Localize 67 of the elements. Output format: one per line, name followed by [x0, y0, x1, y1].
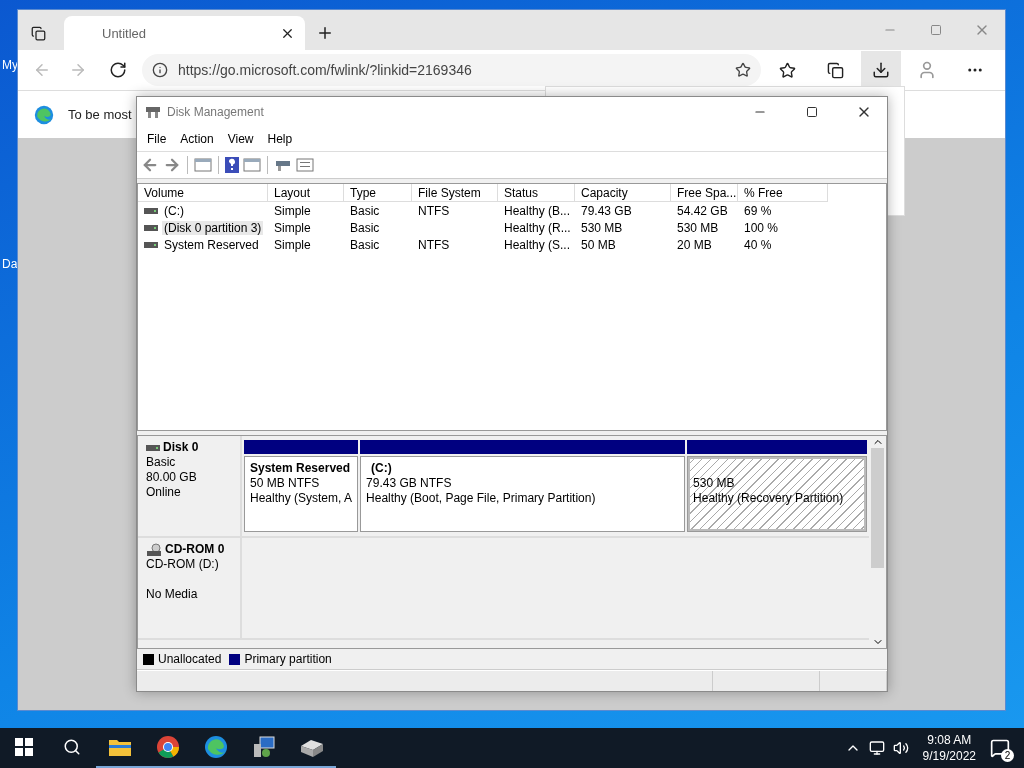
partition-status: Healthy (Boot, Page File, Primary Partition) [366, 491, 597, 506]
table-cell: 530 MB [677, 220, 719, 235]
browser-tab[interactable]: Untitled [64, 16, 305, 50]
table-cell: 79.43 GB [581, 203, 632, 218]
partition-status: Healthy (System, A [250, 491, 353, 506]
menu-item[interactable]: Action [173, 132, 221, 146]
column-header[interactable]: Status [498, 184, 575, 202]
url-text: https://go.microsoft.com/fwlink/?linkid=2169346 [178, 62, 472, 78]
column-header[interactable]: Volume [138, 184, 268, 202]
legend-label: Unallocated [158, 652, 222, 666]
column-header[interactable]: File System [412, 184, 498, 202]
clock[interactable]: 9:08 AM 9/19/2022 [916, 732, 982, 764]
menu-item[interactable]: File [140, 132, 174, 146]
partition-title: System Reserved [250, 461, 352, 476]
legend-label: Primary partition [244, 652, 332, 666]
disk-type: CD-ROM (D:) [146, 557, 220, 572]
notification-count: 2 [1001, 749, 1014, 762]
partition-size: 79.43 GB NTFS [366, 476, 453, 491]
partition-block[interactable]: (C:) 79.43 GB NTFS Healthy (Boot, Page File, Primary Partition) [360, 456, 686, 532]
info-text: To be most [68, 107, 132, 122]
partition-block[interactable]: System Reserved 50 MB NTFS Healthy (System, A [244, 456, 359, 532]
date-text: 9/19/2022 [922, 748, 976, 764]
table-cell: NTFS [418, 237, 450, 252]
partition-size: 50 MB NTFS [250, 476, 321, 491]
table-cell: Healthy (S... [504, 237, 571, 252]
table-cell: Basic [350, 220, 380, 235]
column-header[interactable]: Capacity [575, 184, 671, 202]
table-cell: Healthy (R... [504, 220, 571, 235]
table-cell: 69 % [744, 203, 772, 218]
disk-type: Basic [146, 455, 177, 470]
table-cell: Basic [350, 203, 380, 218]
menu-item[interactable]: Help [260, 132, 300, 146]
table-cell: 100 % [744, 220, 779, 235]
drive-label[interactable]: (Disk 0 partition 3) [162, 220, 264, 235]
column-header[interactable]: Layout [268, 184, 344, 202]
disk-status: Online [146, 485, 182, 500]
desktop-icon-label[interactable]: My [2, 58, 18, 72]
table-cell: Simple [274, 220, 311, 235]
partition-status: Healthy (Recovery Partition) [693, 491, 845, 506]
table-cell: NTFS [418, 203, 450, 218]
disk-name: Disk 0 [163, 440, 199, 455]
partition-size: 530 MB [693, 476, 736, 491]
address-bar[interactable]: https://go.microsoft.com/fwlink/?linkid=2169346 [142, 54, 761, 86]
column-header[interactable]: Type [344, 184, 412, 202]
column-header[interactable]: % Free [738, 184, 828, 202]
table-cell: 54.42 GB [677, 203, 728, 218]
window-title: Disk Management [167, 105, 265, 119]
drive-label[interactable]: System Reserved [162, 237, 261, 252]
time-text: 9:08 AM [927, 732, 972, 748]
table-cell: Simple [274, 203, 311, 218]
table-cell: Simple [274, 237, 311, 252]
table-cell: Healthy (B... [504, 203, 571, 218]
menu-item[interactable]: View [220, 132, 261, 146]
table-cell: 40 % [744, 237, 772, 252]
table-cell: 20 MB [677, 237, 712, 252]
partition-title: (C:) [370, 461, 393, 476]
table-cell: 530 MB [581, 220, 623, 235]
disk-name: CD-ROM 0 [165, 542, 225, 557]
table-cell: 50 MB [581, 237, 616, 252]
drive-label[interactable]: (C:) [162, 203, 186, 218]
disk-size: 80.00 GB [146, 470, 198, 485]
table-cell: Basic [350, 237, 380, 252]
disk-status: No Media [146, 587, 199, 602]
column-header[interactable]: Free Spa... [671, 184, 738, 202]
desktop-icon-label[interactable]: Da [2, 257, 18, 271]
partition-block[interactable]: 530 MB Healthy (Recovery Partition) [687, 456, 867, 532]
tab-title: Untitled [102, 25, 147, 41]
